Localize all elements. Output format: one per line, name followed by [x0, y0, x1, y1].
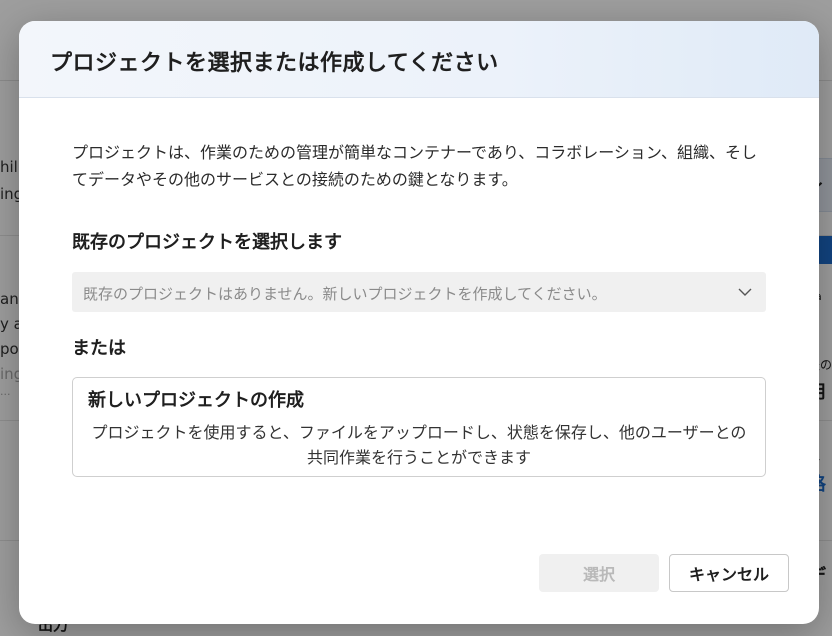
project-dialog: プロジェクトを選択または作成してください プロジェクトは、作業のための管理が簡単…: [19, 21, 819, 624]
existing-project-select[interactable]: 既存のプロジェクトはありません。新しいプロジェクトを作成してください。: [72, 272, 766, 312]
dialog-header: プロジェクトを選択または作成してください: [19, 21, 819, 98]
select-value: 既存のプロジェクトはありません。新しいプロジェクトを作成してください。: [83, 285, 607, 303]
chevron-down-icon: [736, 283, 754, 301]
cancel-button[interactable]: キャンセル: [669, 554, 789, 592]
dialog-title: プロジェクトを選択または作成してください: [50, 51, 499, 76]
create-project-title: 新しいプロジェクトの作成: [88, 390, 304, 411]
select-button[interactable]: 選択: [539, 554, 659, 592]
dialog-description: プロジェクトは、作業のための管理が簡単なコンテナーであり、コラボレーション、組織…: [72, 143, 757, 189]
create-project-card[interactable]: 新しいプロジェクトの作成 プロジェクトを使用すると、ファイルをアップロードし、状…: [72, 377, 766, 477]
create-project-description: プロジェクトを使用すると、ファイルをアップロードし、状態を保存し、他のユーザーと…: [91, 423, 747, 467]
existing-project-label: 既存のプロジェクトを選択します: [72, 232, 342, 253]
or-label: または: [72, 338, 126, 359]
